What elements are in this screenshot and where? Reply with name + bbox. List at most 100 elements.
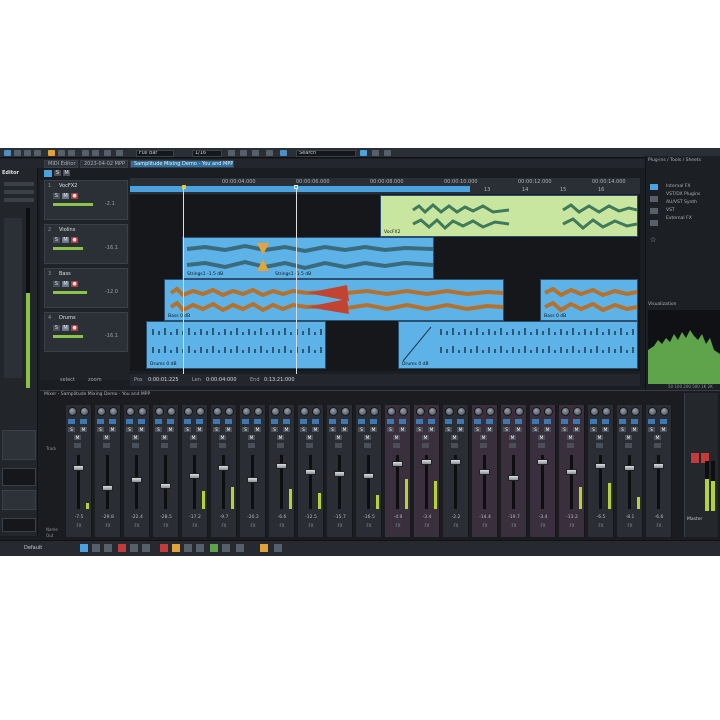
insert-button[interactable] <box>532 419 539 424</box>
record-button[interactable] <box>277 443 284 448</box>
search-input[interactable]: Search <box>296 150 356 157</box>
track-header[interactable]: 2 Violins S M ● -16.1 <box>44 224 128 264</box>
volume-bar[interactable] <box>53 247 83 250</box>
tool-icon[interactable] <box>14 150 21 156</box>
track-lane-vocal[interactable]: VocFX2 <box>130 195 640 239</box>
status-icon[interactable] <box>196 544 204 552</box>
record-button[interactable] <box>596 443 603 448</box>
mute-button[interactable]: M <box>312 427 319 432</box>
mute-button[interactable]: M <box>457 427 464 432</box>
status-icon[interactable] <box>92 544 100 552</box>
fader-handle[interactable] <box>160 483 171 489</box>
tool-icon[interactable] <box>372 150 379 156</box>
gain-knob[interactable] <box>370 407 379 416</box>
monitor-button[interactable]: M <box>625 435 632 440</box>
insert-button[interactable] <box>242 419 249 424</box>
audio-clip[interactable]: Bass 0 dB <box>540 279 638 321</box>
insert-button[interactable] <box>648 419 655 424</box>
tool-icon[interactable] <box>384 150 391 156</box>
tool-icon[interactable] <box>58 150 65 156</box>
insert-button[interactable] <box>155 419 162 424</box>
tool-icon[interactable] <box>104 150 111 156</box>
fader-track[interactable] <box>77 455 80 509</box>
audio-clip[interactable]: Drums 0 dB <box>146 321 326 369</box>
record-button[interactable] <box>364 443 371 448</box>
tool-icon[interactable] <box>48 150 55 156</box>
insert-button[interactable] <box>428 419 435 424</box>
insert-button[interactable] <box>544 419 551 424</box>
monitor-button[interactable]: M <box>654 435 661 440</box>
insert-button[interactable] <box>213 419 220 424</box>
solo-button[interactable]: S <box>68 427 75 432</box>
mute-button[interactable]: M <box>62 281 69 287</box>
mute-button[interactable]: M <box>225 427 232 432</box>
pan-knob[interactable] <box>213 407 222 416</box>
solo-all-button[interactable]: S <box>54 170 61 176</box>
track-lane-drums[interactable]: Drums 0 dB Drums 0 dB <box>130 321 640 371</box>
track-name[interactable]: Violins <box>59 227 75 233</box>
mute-button[interactable]: M <box>254 427 261 432</box>
insert-button[interactable] <box>138 419 145 424</box>
status-icon[interactable] <box>142 544 150 552</box>
browser-item[interactable]: External FX <box>666 216 692 221</box>
tool-icon[interactable] <box>266 150 273 156</box>
insert-button[interactable] <box>602 419 609 424</box>
record-button[interactable] <box>567 443 574 448</box>
transport-extra[interactable]: zoom <box>88 377 102 383</box>
pan-knob[interactable] <box>503 407 512 416</box>
mute-button[interactable]: M <box>62 237 69 243</box>
monitor-button[interactable]: M <box>596 435 603 440</box>
transport-extra[interactable]: select <box>60 377 75 383</box>
browser-item[interactable]: AU/VST Synth <box>666 200 697 205</box>
fader-handle[interactable] <box>102 485 113 491</box>
gain-knob[interactable] <box>225 407 234 416</box>
insert-button[interactable] <box>109 419 116 424</box>
fader-handle[interactable] <box>189 473 200 479</box>
fader-track[interactable] <box>106 455 109 509</box>
mute-button[interactable]: M <box>370 427 377 432</box>
audio-clip[interactable]: VocFX2 <box>380 195 638 237</box>
mute-button[interactable]: M <box>138 427 145 432</box>
solo-button[interactable]: S <box>184 427 191 432</box>
status-icon[interactable] <box>172 544 180 552</box>
track-lane-bass[interactable]: Bass 0 dB Bass 0 dB <box>130 279 640 323</box>
solo-button[interactable]: S <box>53 193 60 199</box>
tab-midi-editor[interactable]: MIDI Editor <box>44 160 78 168</box>
mute-button[interactable]: M <box>62 325 69 331</box>
solo-button[interactable]: S <box>474 427 481 432</box>
record-button[interactable] <box>190 443 197 448</box>
insert-button[interactable] <box>167 419 174 424</box>
record-button[interactable]: ● <box>71 281 78 287</box>
solo-button[interactable]: S <box>503 427 510 432</box>
gain-knob[interactable] <box>573 407 582 416</box>
fader-track[interactable] <box>193 455 196 509</box>
mute-button[interactable]: M <box>486 427 493 432</box>
insert-button[interactable] <box>445 419 452 424</box>
solo-button[interactable]: S <box>155 427 162 432</box>
tool-icon[interactable] <box>92 150 99 156</box>
gain-knob[interactable] <box>428 407 437 416</box>
insert-button[interactable] <box>80 419 87 424</box>
record-button[interactable] <box>654 443 661 448</box>
fader-track[interactable] <box>628 455 631 509</box>
monitor-button[interactable]: M <box>219 435 226 440</box>
record-button[interactable] <box>422 443 429 448</box>
gain-knob[interactable] <box>631 407 640 416</box>
tool-icon[interactable] <box>280 150 287 156</box>
tool-icon[interactable] <box>68 150 75 156</box>
insert-button[interactable] <box>561 419 568 424</box>
star-icon[interactable]: ☆ <box>650 236 656 244</box>
insert-button[interactable] <box>573 419 580 424</box>
preset-select[interactable]: Default <box>24 545 42 551</box>
pan-knob[interactable] <box>97 407 106 416</box>
record-button[interactable] <box>393 443 400 448</box>
mute-button[interactable]: M <box>544 427 551 432</box>
fader-track[interactable] <box>570 455 573 509</box>
gain-knob[interactable] <box>138 407 147 416</box>
track-name[interactable]: Bass <box>59 271 71 277</box>
record-button[interactable]: ● <box>71 325 78 331</box>
mute-button[interactable]: M <box>399 427 406 432</box>
solo-button[interactable]: S <box>300 427 307 432</box>
insert-button[interactable] <box>97 419 104 424</box>
pan-knob[interactable] <box>155 407 164 416</box>
